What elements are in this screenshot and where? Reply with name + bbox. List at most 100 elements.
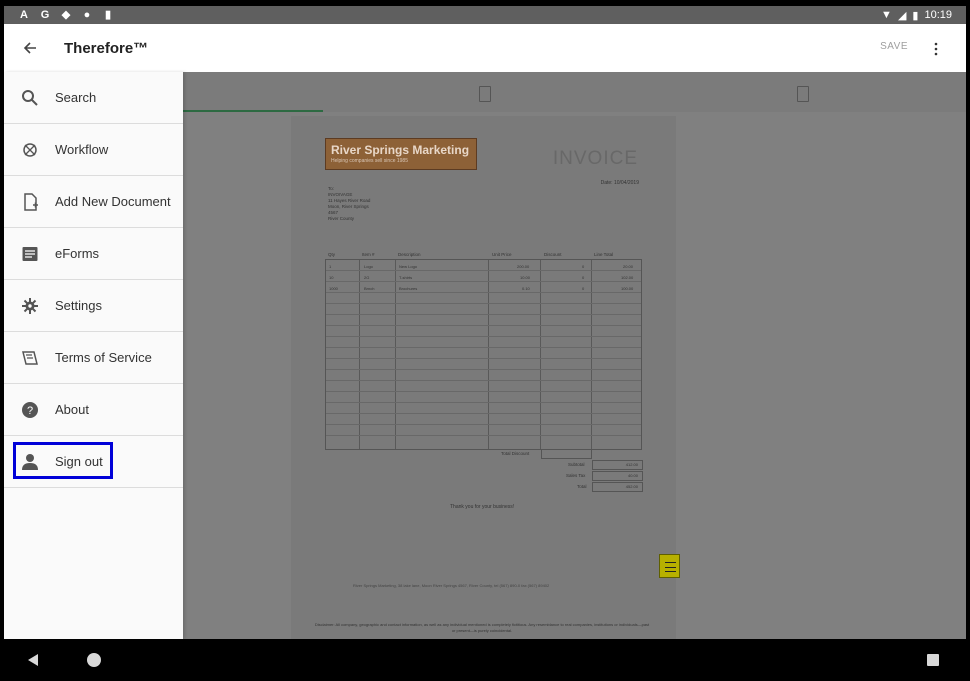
drawer-item-about[interactable]: ? About (4, 384, 183, 436)
billing-address: To: INVOIVAGE 11 Hayes River Road Moon, … (328, 186, 398, 222)
system-navigation-bar (0, 639, 970, 681)
drawer-item-label: eForms (55, 246, 100, 261)
signal-icon: ◢ (897, 9, 907, 22)
drawer-item-search[interactable]: Search (4, 72, 183, 124)
table-cell: 100.00 (621, 286, 634, 291)
nav-recent-apps-button[interactable] (927, 654, 939, 666)
drawer-item-label: Workflow (55, 142, 109, 157)
total-discount-box (541, 449, 592, 459)
save-button[interactable]: SAVE (880, 41, 908, 52)
invoice-date: Date: 10/04/2019 (600, 180, 639, 186)
app-title: Therefore™ (64, 39, 149, 57)
table-row-divider (326, 281, 641, 282)
column-header: Line Total (594, 252, 614, 257)
invoice-table: Qty Item # Description Unit Price Discou… (325, 252, 642, 450)
table-column-divider (488, 260, 489, 449)
thank-you-note: Thank you for your business! (450, 504, 515, 510)
address-line: River County (328, 216, 355, 221)
table-row-divider (326, 314, 641, 315)
sign-out-highlight-box (13, 442, 113, 479)
table-row-divider (326, 424, 641, 425)
column-header: Discount (544, 252, 562, 257)
app-bar: Therefore™ SAVE (4, 24, 966, 72)
invoice-footer: River Springs Marketing, 38 lake lane, M… (353, 583, 550, 588)
table-row-divider (326, 347, 641, 348)
table-cell: 2G (364, 275, 370, 280)
table-cell: 1000 (329, 286, 338, 291)
drawer-item-settings[interactable]: Settings (4, 280, 183, 332)
drawer-item-add-new-document[interactable]: Add New Document (4, 176, 183, 228)
table-cell: T-shirts (399, 275, 413, 280)
drawer-item-eforms[interactable]: eForms (4, 228, 183, 280)
forms-icon (21, 245, 39, 263)
clock: 10:19 (924, 9, 952, 21)
status-icons-left: A G ◆ ● ▮ (18, 9, 114, 21)
battery-icon: ▮ (912, 9, 919, 22)
table-cell: 102.00 (621, 275, 634, 280)
tab-upload-document-icon[interactable] (797, 86, 809, 102)
sales-tax-value: 40.00 (592, 471, 643, 481)
drawer-item-label: About (55, 402, 89, 417)
total-value: 452.00 (592, 482, 643, 492)
table-row-divider (326, 369, 641, 370)
table-column-divider (591, 260, 592, 449)
drawer-item-label: Settings (55, 298, 102, 313)
invoice-page: River Springs Marketing Helping companie… (291, 116, 676, 639)
subtotal-value: 412.00 (592, 460, 643, 470)
table-cell: 0 (582, 286, 585, 291)
subtotal-label: Subtotal (568, 462, 585, 467)
table-cell: 10 (329, 275, 334, 280)
company-logo: River Springs Marketing Helping companie… (325, 138, 477, 170)
table-cell: 1 (329, 264, 332, 269)
back-button[interactable] (4, 24, 56, 72)
table-row-divider (326, 336, 641, 337)
table-row-divider (326, 270, 641, 271)
drawer-item-label: Add New Document (55, 194, 171, 209)
total-label: Total (577, 484, 587, 489)
nav-back-button[interactable] (28, 654, 38, 666)
tab-document-icon[interactable] (479, 86, 491, 102)
more-vert-icon (934, 42, 938, 56)
table-row-divider (326, 413, 641, 414)
sim-icon: ▮ (104, 9, 112, 21)
sales-tax-label: Sales Tax (566, 473, 586, 478)
circle-icon: ● (83, 9, 91, 21)
a-icon: A (20, 9, 28, 21)
company-name: River Springs Marketing (331, 143, 470, 157)
sticky-note-annotation[interactable] (659, 554, 680, 578)
table-cell: Brnch (364, 286, 375, 291)
table-cell: Brochures (399, 286, 418, 291)
table-cell: Logo (364, 264, 373, 269)
drawer-item-label: Search (55, 90, 97, 105)
drawer-item-label: Terms of Service (55, 350, 152, 365)
table-row-divider (326, 303, 641, 304)
table-cell: 0.10 (522, 286, 530, 291)
table-column-divider (359, 260, 360, 449)
table-cell: 0 (582, 264, 585, 269)
drawer-item-terms-of-service[interactable]: Terms of Service (4, 332, 183, 384)
more-options-button[interactable] (928, 41, 944, 57)
wifi-icon: ▼ (881, 9, 892, 21)
table-row-divider (326, 292, 641, 293)
play-protect-icon: ◆ (61, 9, 71, 21)
column-header: Description (398, 252, 421, 257)
workflow-icon (21, 141, 39, 159)
table-cell: 0 (582, 275, 585, 280)
table-header: Qty Item # Description Unit Price Discou… (326, 252, 641, 260)
nav-home-button[interactable] (87, 653, 101, 667)
column-header: Item # (362, 252, 375, 257)
back-arrow-icon (23, 42, 36, 54)
g-icon: G (40, 9, 50, 21)
total-discount-label: Total Discount (501, 451, 530, 456)
table-cell: 200.00 (517, 264, 530, 269)
help-icon: ? (21, 401, 39, 419)
table-cell: New Logo (399, 264, 418, 269)
table-cell: 10.00 (520, 275, 531, 280)
invoice-title: INVOICE (552, 148, 638, 169)
table-column-divider (540, 260, 541, 449)
terms-icon (21, 349, 39, 367)
invoice-disclaimer: Disclaimer: All company, geographic and … (314, 622, 650, 633)
table-row-divider (326, 380, 641, 381)
drawer-item-workflow[interactable]: Workflow (4, 124, 183, 176)
active-tab-indicator (183, 110, 323, 112)
